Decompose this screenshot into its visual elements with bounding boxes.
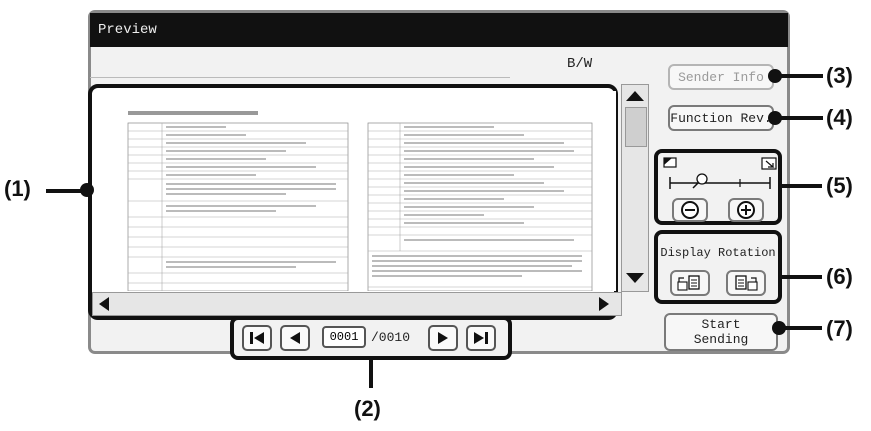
callout-1-dot <box>80 183 94 197</box>
next-page-button[interactable] <box>428 325 458 351</box>
start-sending-button[interactable]: Start Sending <box>664 313 778 351</box>
vertical-scrollbar[interactable] <box>621 84 649 292</box>
rotate-left-icon <box>677 275 700 291</box>
divider <box>90 77 510 78</box>
scroll-right-arrow-icon[interactable] <box>597 296 611 317</box>
callout-1-label: (1) <box>4 176 31 201</box>
color-mode-label: B/W <box>567 56 593 72</box>
callout-7-label: (7) <box>826 316 853 341</box>
display-rotation-label: Display Rotation <box>660 246 776 260</box>
previous-page-button[interactable] <box>280 325 310 351</box>
rotate-left-button[interactable] <box>670 270 710 296</box>
page-navigation: 0001 /0010 <box>230 316 512 360</box>
sender-info-button[interactable]: Sender Info <box>668 64 774 90</box>
scroll-left-arrow-icon[interactable] <box>97 296 111 317</box>
scroll-down-arrow-icon[interactable] <box>625 271 645 290</box>
callout-5-label: (5) <box>826 173 853 198</box>
window-title: Preview <box>90 13 788 47</box>
callout-5-leader <box>780 184 822 188</box>
rotate-right-button[interactable] <box>726 270 766 296</box>
callout-6-leader <box>780 275 822 279</box>
document-preview-image <box>100 91 616 291</box>
zoom-in-button[interactable] <box>728 198 764 222</box>
last-page-icon <box>474 332 488 344</box>
zoom-out-button[interactable] <box>672 198 708 222</box>
minus-circle-icon <box>681 201 699 219</box>
first-page-button[interactable] <box>242 325 272 351</box>
horizontal-scrollbar[interactable] <box>92 292 622 316</box>
callout-2-label: (2) <box>354 396 381 421</box>
callout-4-dot <box>768 111 782 125</box>
start-sending-label-line1: Start <box>701 317 741 332</box>
zoom-control-group <box>654 149 782 225</box>
vertical-scroll-thumb[interactable] <box>625 107 647 147</box>
callout-7-dot <box>772 321 786 335</box>
callout-3-dot <box>768 69 782 83</box>
callout-6-label: (6) <box>826 264 853 289</box>
total-pages-label: /0010 <box>371 330 411 345</box>
page-number-input[interactable]: 0001 <box>322 326 366 348</box>
display-rotation-group: Display Rotation <box>654 230 782 304</box>
callout-3-label: (3) <box>826 63 853 88</box>
scroll-up-arrow-icon[interactable] <box>625 89 645 108</box>
previous-page-icon <box>290 332 300 344</box>
next-page-icon <box>438 332 448 344</box>
callout-4-label: (4) <box>826 105 853 130</box>
function-review-button[interactable]: Function Rev. <box>668 105 774 131</box>
first-page-icon <box>250 332 264 344</box>
last-page-button[interactable] <box>466 325 496 351</box>
rotate-right-icon <box>735 275 758 291</box>
zoom-slider[interactable] <box>662 157 778 197</box>
start-sending-label-line2: Sending <box>693 332 749 347</box>
callout-2-leader <box>369 358 373 388</box>
plus-circle-icon <box>737 201 755 219</box>
